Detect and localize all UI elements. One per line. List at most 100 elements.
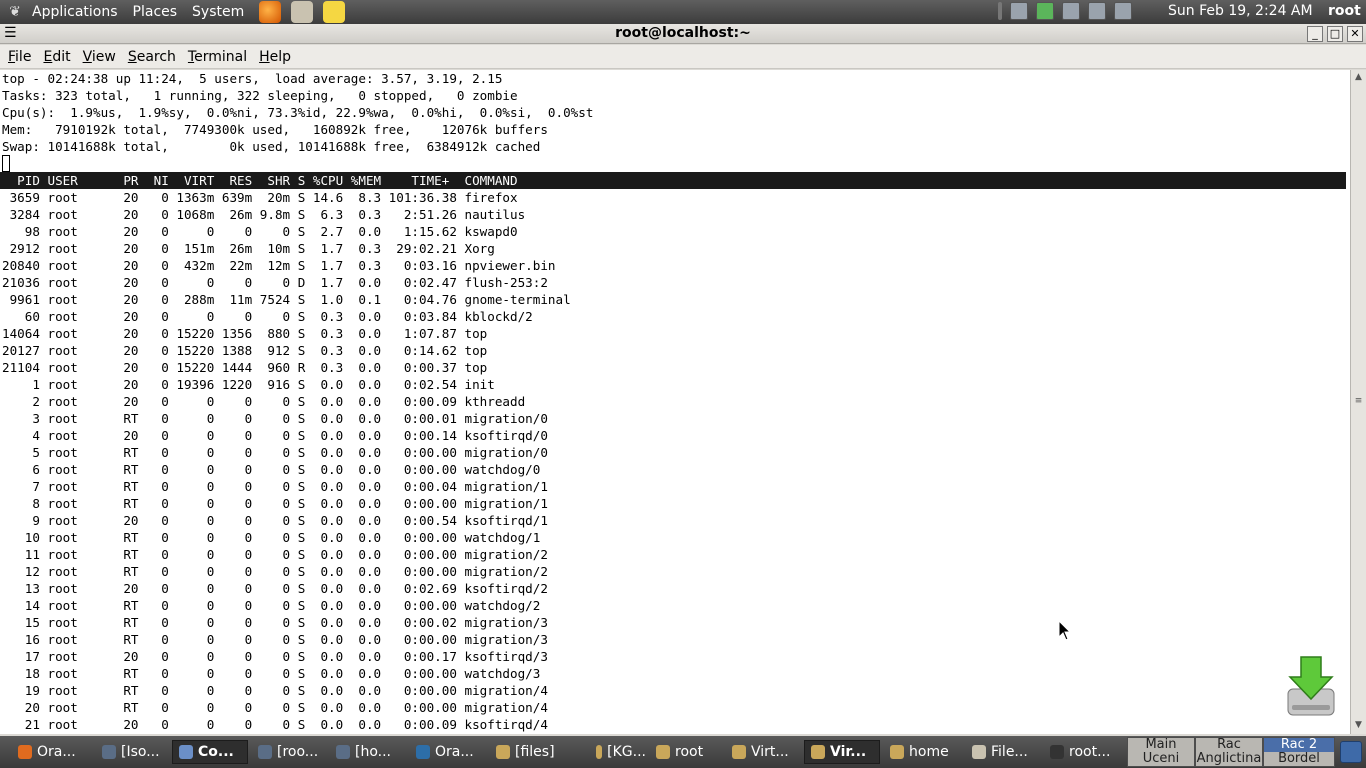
user-menu[interactable]: root [1328, 3, 1361, 19]
taskbar-item[interactable]: [files] [490, 740, 586, 764]
process-row: 3284 root 20 0 1068m 26m 9.8m S 6.3 0.3 … [2, 207, 526, 222]
window-icon [336, 745, 350, 759]
volume-icon[interactable] [1062, 2, 1080, 20]
taskbar-item[interactable]: File... [966, 740, 1040, 764]
taskbar-item[interactable]: [Iso... [96, 740, 168, 764]
process-row: 1 root 20 0 19396 1220 916 S 0.0 0.0 0:0… [2, 377, 495, 392]
process-row: 13 root 20 0 0 0 0 S 0.0 0.0 0:02.69 kso… [2, 581, 548, 596]
taskbar-item[interactable]: root [650, 740, 722, 764]
process-row: 60 root 20 0 0 0 0 S 0.3 0.0 0:03.84 kbl… [2, 309, 533, 324]
text-cursor [2, 155, 10, 172]
maximize-icon[interactable]: □ [1327, 26, 1343, 42]
workspace-1-label: Main [1145, 737, 1177, 752]
taskbar-item[interactable]: Co... [172, 740, 248, 764]
virtualbox-icon [416, 745, 430, 759]
taskbar-item[interactable]: Ora... [410, 740, 486, 764]
process-row: 3659 root 20 0 1363m 639m 20m S 14.6 8.3… [2, 190, 518, 205]
workspace-3-sublabel: Bordel [1278, 751, 1320, 766]
scroll-up-icon[interactable]: ▲ [1353, 72, 1364, 83]
terminal-scrollbar[interactable]: ▲ ≡ ▼ [1350, 70, 1366, 734]
workspace-1[interactable]: Main Uceni [1127, 737, 1195, 767]
taskbar-item-label: root [675, 744, 704, 760]
process-table: 3659 root 20 0 1363m 639m 20m S 14.6 8.3… [0, 189, 571, 733]
taskbar-item-label: Ora... [435, 744, 474, 760]
firefox-icon [18, 745, 32, 759]
terminal-icon [1050, 745, 1064, 759]
process-row: 4 root 20 0 0 0 0 S 0.0 0.0 0:00.14 ksof… [2, 428, 548, 443]
menu-applications[interactable]: Applications [32, 4, 118, 20]
terminal-view[interactable]: top - 02:24:38 up 11:24, 5 users, load a… [0, 70, 1350, 734]
process-row: 3 root RT 0 0 0 0 S 0.0 0.0 0:00.01 migr… [2, 411, 548, 426]
taskbar-item-label: Co... [198, 744, 234, 760]
process-row: 2 root 20 0 0 0 0 S 0.0 0.0 0:00.09 kthr… [2, 394, 526, 409]
taskbar-item[interactable]: root... [1044, 740, 1124, 764]
top-tasks-line: Tasks: 323 total, 1 running, 322 sleepin… [2, 88, 518, 103]
top-cpu-line: Cpu(s): 1.9%us, 1.9%sy, 0.0%ni, 73.3%id,… [2, 105, 594, 120]
taskbar-item[interactable]: [ho... [330, 740, 406, 764]
taskbar-item[interactable]: home [884, 740, 962, 764]
top-panel: ❦ Applications Places System Sun Feb 19,… [0, 0, 1366, 24]
tray-update-icon[interactable] [1036, 2, 1054, 20]
process-row: 21104 root 20 0 15220 1444 960 R 0.3 0.0… [2, 360, 488, 375]
process-row: 2912 root 20 0 151m 26m 10m S 1.7 0.3 29… [2, 241, 495, 256]
top-mem-line: Mem: 7910192k total, 7749300k used, 1608… [2, 122, 548, 137]
mail-launcher-icon[interactable] [291, 1, 314, 23]
taskbar-item-label: [roo... [277, 744, 319, 760]
folder-icon [496, 745, 510, 759]
menu-terminal[interactable]: Terminal [182, 49, 253, 65]
close-icon[interactable]: ✕ [1347, 26, 1363, 42]
workspace-2-label: Rac [1217, 737, 1241, 752]
taskbar-item-label: File... [991, 744, 1028, 760]
taskbar-item[interactable]: [roo... [252, 740, 326, 764]
clock[interactable]: Sun Feb 19, 2:24 AM [1168, 3, 1313, 19]
menu-view[interactable]: View [77, 49, 122, 65]
taskbar-item-label: [KG... [607, 744, 646, 760]
notes-launcher-icon[interactable] [323, 1, 346, 23]
show-desktop-icon[interactable] [1340, 741, 1362, 763]
workspace-2-sublabel: Anglictina [1196, 751, 1262, 766]
process-row: 21 root 20 0 0 0 0 S 0.0 0.0 0:00.09 kso… [2, 717, 548, 732]
minimize-icon[interactable]: _ [1307, 26, 1323, 42]
firefox-launcher-icon[interactable] [259, 1, 282, 23]
computer-icon [179, 745, 193, 759]
workspace-switcher[interactable]: Main Uceni Rac Anglictina Rac 2 Bordel [1127, 737, 1335, 768]
taskbar-item-label: [ho... [355, 744, 392, 760]
process-row: 20127 root 20 0 15220 1388 912 S 0.3 0.0… [2, 343, 488, 358]
workspace-3[interactable]: Rac 2 Bordel [1263, 737, 1335, 767]
process-row: 9961 root 20 0 288m 11m 7524 S 1.0 0.1 0… [2, 292, 571, 307]
taskbar-item[interactable]: Ora... [12, 740, 92, 764]
menu-file[interactable]: File [2, 49, 37, 65]
taskbar-item[interactable]: [KG... [590, 740, 646, 764]
top-uptime-line: top - 02:24:38 up 11:24, 5 users, load a… [2, 71, 503, 86]
taskbar-item[interactable]: Vir... [804, 740, 880, 764]
tray-separator-icon [998, 2, 1002, 20]
process-row: 18 root RT 0 0 0 0 S 0.0 0.0 0:00.00 wat… [2, 666, 541, 681]
scroll-grip-icon[interactable]: ≡ [1353, 396, 1364, 407]
menu-places[interactable]: Places [133, 4, 178, 20]
taskbar-item-label: Vir... [830, 744, 867, 760]
menu-system[interactable]: System [192, 4, 244, 20]
download-drive-icon[interactable] [1286, 655, 1336, 717]
folder-icon [811, 745, 825, 759]
process-row: 9 root 20 0 0 0 0 S 0.0 0.0 0:00.54 ksof… [2, 513, 548, 528]
tray-app-icon[interactable] [1010, 2, 1028, 20]
taskbar-item-label: [files] [515, 744, 555, 760]
process-table-header: PID USER PR NI VIRT RES SHR S %CPU %MEM … [0, 172, 1346, 189]
scroll-down-icon[interactable]: ▼ [1353, 720, 1364, 731]
folder-icon [732, 745, 746, 759]
taskbar-item[interactable]: Virt... [726, 740, 800, 764]
mouse-pointer-icon [1058, 620, 1072, 641]
menu-search[interactable]: Search [122, 49, 182, 65]
process-row: 20 root RT 0 0 0 0 S 0.0 0.0 0:00.00 mig… [2, 700, 548, 715]
network-icon[interactable] [1088, 2, 1106, 20]
gnome-foot-icon[interactable]: ❦ [4, 1, 26, 23]
process-row: 98 root 20 0 0 0 0 S 2.7 0.0 1:15.62 ksw… [2, 224, 518, 239]
taskbar-item-label: home [909, 744, 949, 760]
window-title-bar[interactable]: ☰ root@localhost:~ _ □ ✕ [0, 24, 1366, 44]
window-icon [258, 745, 272, 759]
clipboard-icon[interactable] [1114, 2, 1132, 20]
process-row: 11 root RT 0 0 0 0 S 0.0 0.0 0:00.00 mig… [2, 547, 548, 562]
workspace-2[interactable]: Rac Anglictina [1195, 737, 1263, 767]
menu-edit[interactable]: Edit [37, 49, 76, 65]
menu-help[interactable]: Help [253, 49, 297, 65]
